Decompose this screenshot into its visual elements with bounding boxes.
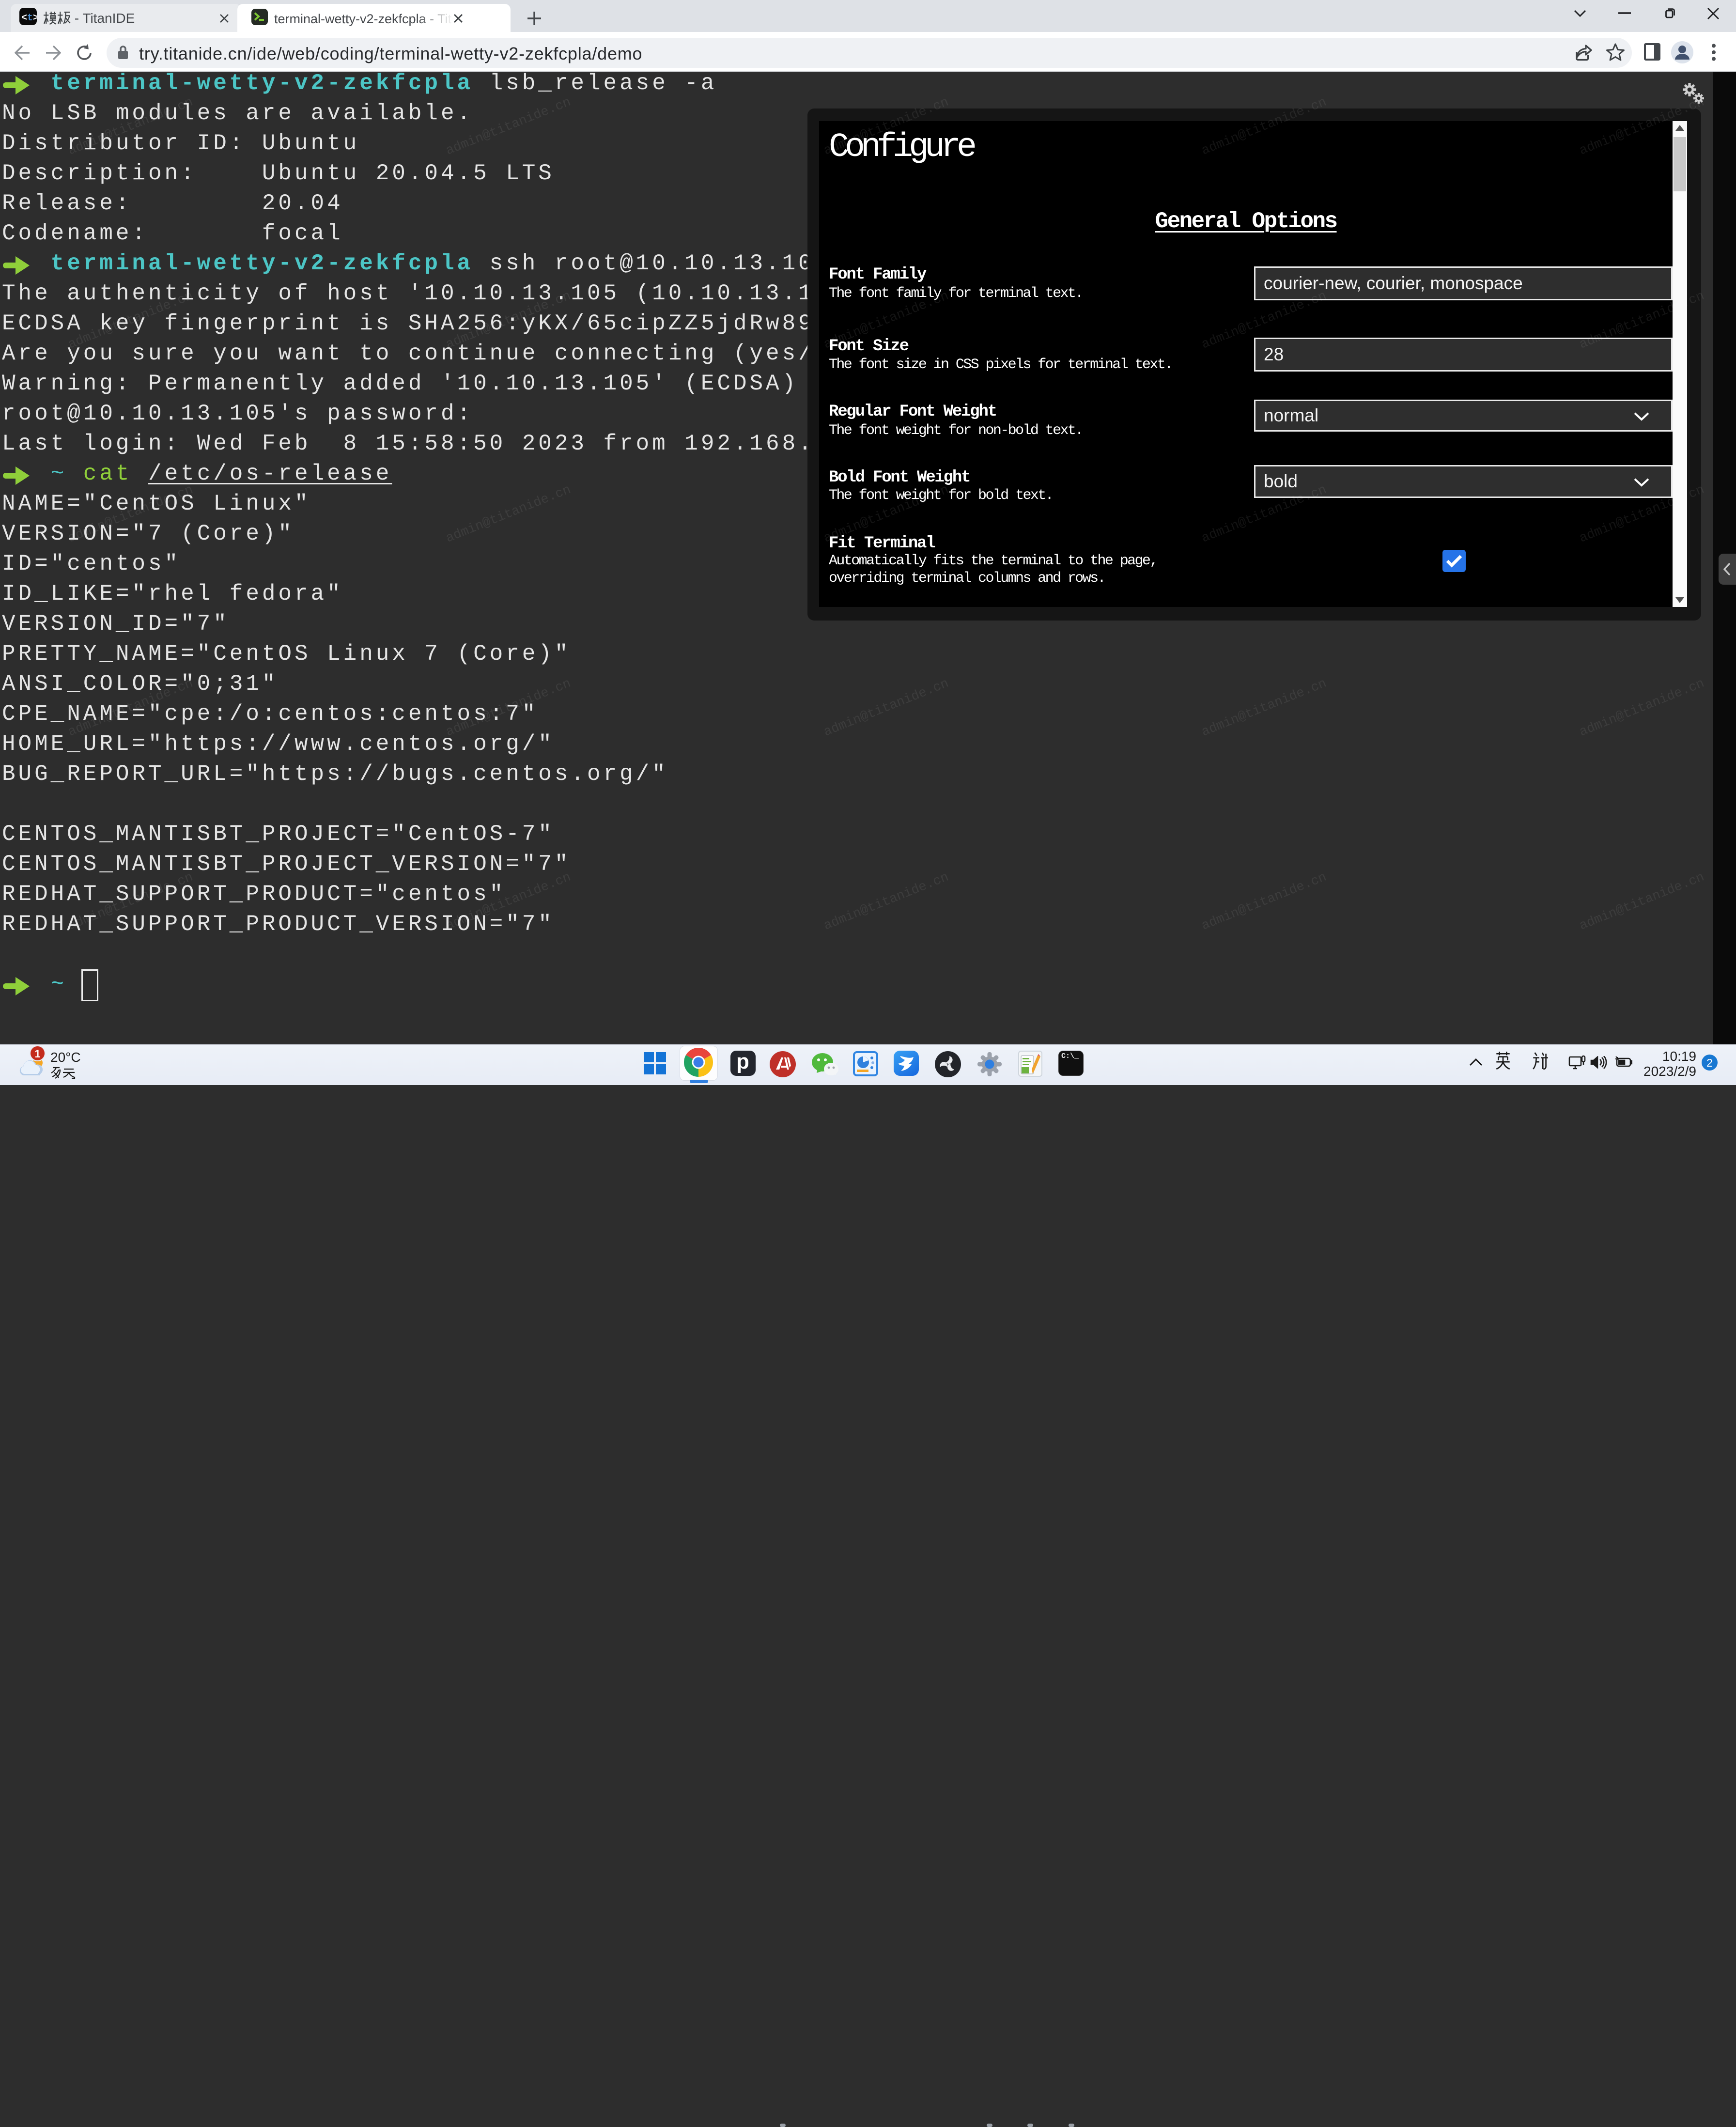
svg-text:<t>: <t> bbox=[21, 13, 37, 24]
